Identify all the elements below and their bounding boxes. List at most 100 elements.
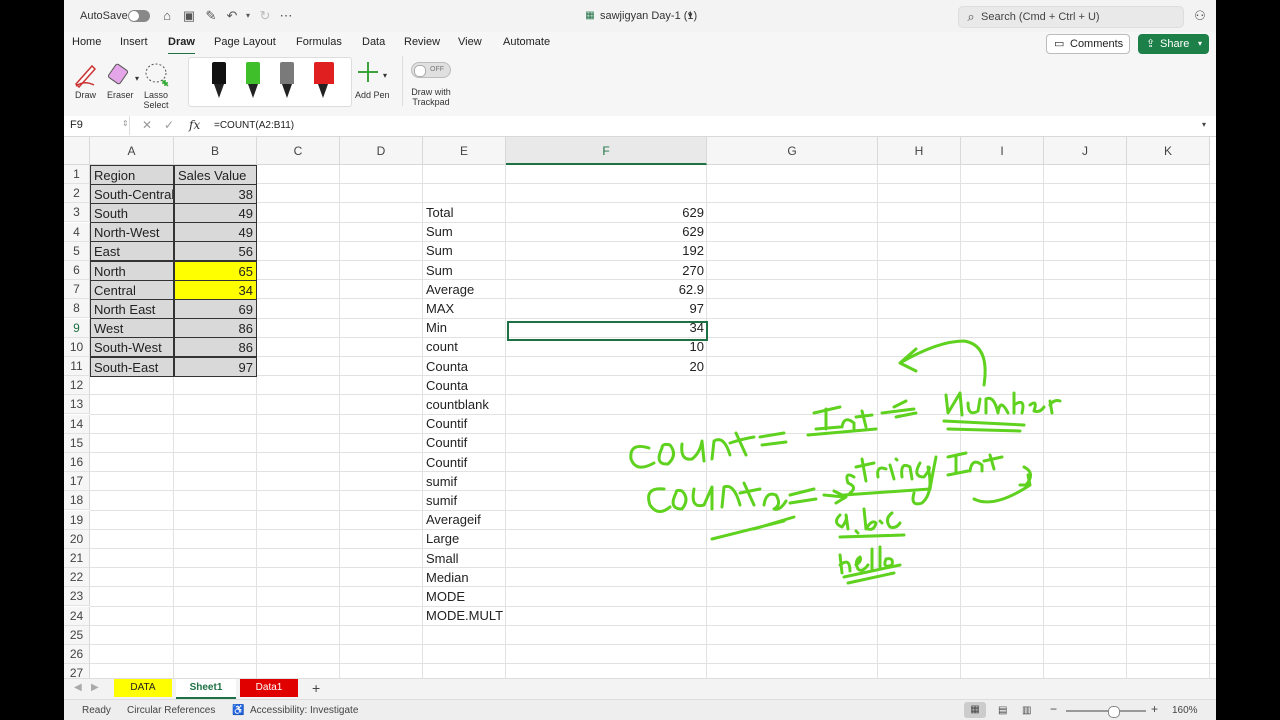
comment-icon: ▭ — [1054, 38, 1065, 50]
edit-icon[interactable]: ✎ — [203, 8, 219, 24]
add-sheet-icon[interactable]: + — [312, 680, 320, 696]
draw-ribbon: Draw ▾ Eraser Lasso Select ▾ Add Pen OFF… — [64, 54, 1216, 117]
eraser-chevron-icon[interactable]: ▾ — [135, 74, 139, 84]
tab-draw[interactable]: Draw — [168, 36, 195, 55]
share-icon: ⇪ — [1146, 38, 1156, 50]
sheet-tab-data[interactable]: DATA — [114, 679, 172, 697]
excel-file-icon: ▦ — [585, 10, 595, 21]
zoom-in-icon[interactable]: + — [1151, 702, 1158, 716]
excel-window: AutoSave ⌂ ▣ ✎ ↶ ▾ ↻ ⋯ ▦ sawjigyan Day-1… — [64, 0, 1216, 720]
worksheet-grid[interactable]: ABCDEFGHIJK 1 2 3 4 5 6 7 8 9 10 11 12 13 14 15 16 17 18 1… — [64, 137, 1216, 678]
add-pen-chevron-icon[interactable]: ▾ — [383, 71, 387, 81]
share-label: Share — [1160, 38, 1190, 50]
zoom-slider-thumb[interactable] — [1108, 706, 1120, 718]
comments-button[interactable]: ▭ Comments — [1046, 34, 1130, 54]
circular-references[interactable]: Circular References — [127, 705, 215, 716]
tab-automate[interactable]: Automate — [503, 36, 550, 48]
sheet-tab-label: Sheet1 — [189, 682, 223, 693]
share-button[interactable]: ⇪ Share ▾ — [1138, 34, 1209, 54]
account-icon[interactable]: ⚇ — [1192, 8, 1208, 24]
eraser-tool-button[interactable] — [106, 60, 132, 88]
tab-data[interactable]: Data — [362, 36, 385, 48]
black-pen[interactable] — [211, 62, 227, 100]
tab-view[interactable]: View — [458, 36, 482, 48]
pen-tip — [248, 84, 258, 98]
redo-icon[interactable]: ↻ — [257, 8, 273, 24]
plus-icon — [358, 62, 378, 82]
ink-number-underline — [942, 419, 1026, 433]
ink-number-word — [944, 391, 1062, 417]
tab-home[interactable]: Home — [72, 36, 101, 48]
ink-dash-line — [710, 515, 796, 541]
ribbon-tabs: Home Insert Draw Page Layout Formulas Da… — [64, 32, 1216, 55]
draw-label: Draw — [75, 90, 97, 100]
ink-comma-int — [928, 451, 1004, 491]
green-pen[interactable] — [245, 62, 261, 100]
chevron-down-icon[interactable]: ▾ — [240, 8, 256, 24]
pen-tip — [282, 84, 292, 98]
accessibility-icon: ♿ — [232, 705, 245, 716]
undo-icon[interactable]: ↶ — [224, 8, 240, 24]
zoom-slider[interactable] — [1066, 706, 1146, 718]
sheet-tab-bar: ◀ ▶ DATA Sheet1 Data1 + — [64, 678, 1216, 699]
pen-icon — [74, 64, 97, 89]
pen-body — [280, 62, 294, 84]
document-title[interactable]: sawjigyan Day-1 (1) — [600, 10, 697, 22]
pen-body — [314, 62, 334, 84]
red-highlighter[interactable] — [313, 62, 335, 100]
eraser-label: Eraser — [107, 90, 134, 100]
namebox-stepper-icon[interactable]: ⇕ — [122, 119, 129, 128]
pen-body — [212, 62, 226, 84]
name-box[interactable]: F9 — [64, 116, 130, 135]
title-chevron-icon[interactable]: ▾ — [688, 10, 693, 21]
search-placeholder: Search (Cmd + Ctrl + U) — [981, 11, 1100, 23]
ink-equals-1 — [758, 431, 788, 447]
tab-review[interactable]: Review — [404, 36, 440, 48]
ink-counta-word — [647, 481, 818, 513]
lasso-icon — [145, 63, 169, 87]
sheet-tab-data1[interactable]: Data1 — [240, 679, 298, 697]
sheet-tab-sheet1[interactable]: Sheet1 — [176, 679, 236, 699]
lasso-label: Lasso Select — [143, 90, 169, 110]
add-pen-button[interactable] — [356, 60, 380, 84]
page-layout-view-icon[interactable]: ▤ — [998, 705, 1007, 716]
tab-formulas[interactable]: Formulas — [296, 36, 342, 48]
page-break-view-icon[interactable]: ▥ — [1022, 705, 1031, 716]
function-icon[interactable]: fx — [189, 118, 200, 132]
zoom-level[interactable]: 160% — [1172, 705, 1198, 716]
ribbon-divider — [402, 56, 403, 106]
tab-insert[interactable]: Insert — [120, 36, 148, 48]
autosave-toggle[interactable] — [128, 10, 150, 22]
sheet-tab-label: DATA — [130, 682, 156, 693]
ink-string-word — [845, 457, 932, 506]
pen-body — [246, 62, 260, 84]
trackpad-toggle[interactable]: OFF — [411, 62, 451, 78]
ink-arrow-mark — [822, 489, 848, 505]
prev-sheet-icon[interactable]: ◀ — [74, 682, 82, 693]
ink-annotations[interactable] — [64, 137, 1216, 678]
gray-pen[interactable] — [279, 62, 295, 100]
title-bar: AutoSave ⌂ ▣ ✎ ↶ ▾ ↻ ⋯ ▦ sawjigyan Day-1… — [64, 0, 1216, 32]
cancel-icon[interactable]: ✕ — [142, 118, 152, 132]
draw-tool-button[interactable] — [72, 60, 98, 89]
normal-view-icon[interactable]: ▦ — [964, 702, 986, 718]
search-icon: ⌕ — [967, 9, 975, 24]
next-sheet-icon[interactable]: ▶ — [91, 682, 99, 693]
ink-count-word — [629, 431, 756, 469]
pen-tip — [318, 84, 328, 98]
expand-formula-icon[interactable]: ▾ — [1202, 120, 1206, 129]
lasso-tool-button[interactable] — [144, 60, 170, 88]
more-icon[interactable]: ⋯ — [278, 8, 294, 24]
pen-tip — [214, 84, 224, 98]
formula-input[interactable]: =COUNT(A2:B11) — [214, 120, 294, 131]
trackpad-label: Draw with Trackpad — [411, 87, 451, 107]
confirm-icon[interactable]: ✓ — [164, 118, 174, 132]
toggle-state: OFF — [430, 66, 444, 73]
accessibility-status[interactable]: Accessibility: Investigate — [250, 705, 358, 716]
home-icon[interactable]: ⌂ — [159, 8, 175, 24]
save-icon[interactable]: ▣ — [181, 8, 197, 24]
search-box[interactable]: ⌕ Search (Cmd + Ctrl + U) — [958, 6, 1184, 28]
tab-page-layout[interactable]: Page Layout — [214, 36, 276, 48]
zoom-out-icon[interactable]: − — [1050, 702, 1057, 716]
ink-arrow-left — [880, 399, 918, 419]
